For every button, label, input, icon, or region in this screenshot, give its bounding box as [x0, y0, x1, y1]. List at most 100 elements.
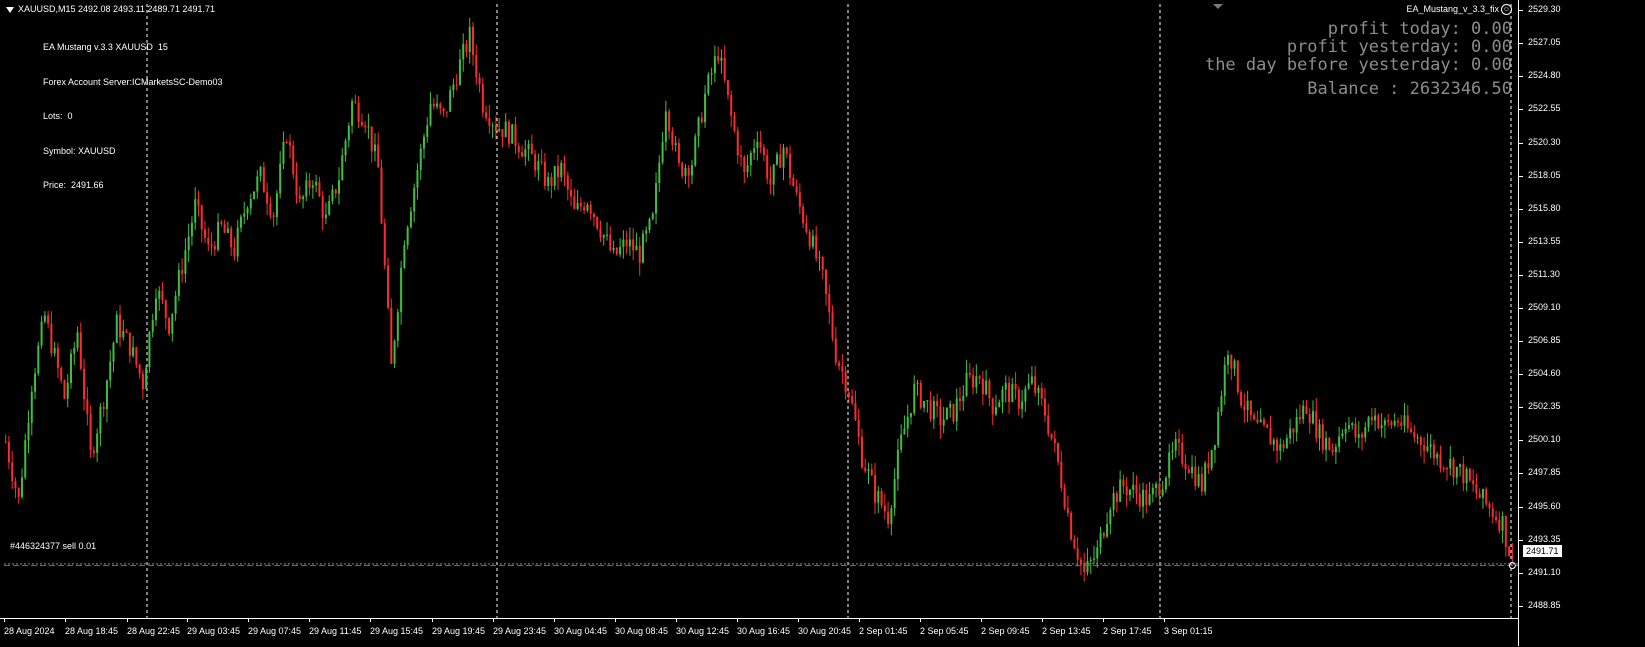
- candle-body: [1017, 389, 1020, 409]
- time-tick-label: 29 Aug 03:45: [187, 626, 241, 636]
- candle-body: [658, 162, 661, 184]
- candle-body: [511, 124, 514, 144]
- time-tick-mark: [432, 618, 433, 622]
- time-tick-label: 2 Sep 17:45: [1103, 626, 1152, 636]
- candle-body: [857, 419, 860, 437]
- candle-body: [1197, 474, 1200, 487]
- candle-body: [838, 362, 841, 367]
- candle-body: [1442, 467, 1445, 469]
- candle-body: [939, 406, 942, 426]
- candle-body: [1393, 420, 1396, 426]
- time-tick-mark: [798, 618, 799, 622]
- price-tick-label: 2527.05: [1528, 37, 1561, 48]
- candle-body: [347, 125, 350, 141]
- candle-body: [1485, 489, 1488, 504]
- time-tick-mark: [1164, 618, 1165, 622]
- candle-body: [468, 26, 471, 53]
- candle-body: [521, 152, 524, 157]
- candle-body: [1102, 533, 1105, 537]
- candle-body: [1027, 383, 1030, 389]
- candle-body: [1357, 434, 1360, 438]
- candle-body: [432, 103, 435, 107]
- candle-body: [821, 257, 824, 270]
- candle-body: [37, 345, 40, 374]
- time-tick-mark: [187, 618, 188, 622]
- candle-body: [210, 244, 213, 246]
- candle-body: [625, 239, 628, 247]
- price-tick-label: 2524.80: [1528, 70, 1561, 81]
- candle-body: [926, 400, 929, 402]
- candle-body: [1410, 428, 1413, 433]
- candle-body: [455, 84, 458, 86]
- candle-body: [749, 152, 752, 166]
- expert-advisor-label[interactable]: EA_Mustang_v_3.3_fix ☺: [1406, 4, 1512, 16]
- candle-body: [664, 111, 667, 142]
- candle-body: [949, 403, 952, 408]
- candle-body: [1177, 439, 1180, 443]
- symbol-header[interactable]: XAUUSD,M15 2492.08 2493.11 2489.71 2491.…: [6, 4, 215, 14]
- candle-body: [1200, 474, 1203, 492]
- candle-body: [259, 167, 262, 177]
- candle-body: [1138, 493, 1141, 507]
- candle-body: [893, 479, 896, 509]
- candle-body: [932, 400, 935, 420]
- candle-body: [775, 154, 778, 165]
- price-chart[interactable]: XAUUSD,M15 2492.08 2493.11 2489.71 2491.…: [0, 0, 1645, 646]
- candle-body: [223, 223, 226, 233]
- candle-body: [122, 331, 125, 338]
- candle-body: [1014, 383, 1017, 390]
- price-tick-label: 2518.05: [1528, 169, 1561, 180]
- time-tick-label: 30 Aug 04:45: [554, 626, 608, 636]
- candle-body: [566, 175, 569, 190]
- candle-body: [83, 368, 86, 400]
- candle-body: [449, 90, 452, 112]
- candle-body: [1043, 398, 1046, 416]
- candle-body: [1220, 396, 1223, 412]
- candle-body: [239, 216, 242, 228]
- candle-body: [76, 332, 79, 348]
- candle-body: [694, 136, 697, 166]
- candle-body: [609, 234, 612, 251]
- candle-body: [328, 201, 331, 215]
- dropdown-triangle-icon[interactable]: [6, 6, 14, 13]
- candle-body: [991, 398, 994, 415]
- candle-body: [1119, 479, 1122, 502]
- price-tick-label: 2488.85: [1528, 600, 1561, 610]
- candle-body: [387, 265, 390, 308]
- candle-body: [1135, 484, 1138, 494]
- candle-body: [860, 436, 863, 468]
- candle-body: [249, 198, 252, 209]
- candle-body: [27, 422, 30, 441]
- candle-body: [17, 488, 20, 497]
- smile-face-icon[interactable]: ☺: [1501, 4, 1512, 16]
- order-label[interactable]: #446324377 sell 0.01: [10, 541, 96, 551]
- candle-body: [184, 250, 187, 274]
- candle-body: [655, 183, 658, 214]
- candle-body: [811, 235, 814, 247]
- candle-body: [1011, 383, 1014, 403]
- candle-body: [1338, 436, 1341, 448]
- candle-body: [236, 227, 239, 257]
- price-tick-mark: [1518, 440, 1523, 442]
- candle-body: [1145, 489, 1148, 505]
- candle-body: [504, 121, 507, 138]
- candle-body: [1161, 489, 1164, 496]
- candle-body: [746, 165, 749, 172]
- chart-shift-marker-icon[interactable]: [1213, 4, 1223, 9]
- candle-body: [311, 185, 314, 188]
- candle-body: [632, 239, 635, 251]
- candle-body: [1174, 439, 1177, 451]
- candle-body: [1328, 438, 1331, 450]
- candle-body: [1066, 508, 1069, 513]
- candle-body: [1465, 468, 1468, 484]
- candle-body: [128, 332, 131, 356]
- candle-body: [413, 187, 416, 212]
- candle-body: [1213, 445, 1216, 450]
- candle-body: [60, 368, 63, 381]
- price-tick-label: 2497.85: [1528, 467, 1561, 478]
- candle-body: [1449, 458, 1452, 469]
- candle-body: [243, 213, 246, 217]
- time-tick-mark: [493, 618, 494, 622]
- candle-body: [1452, 458, 1455, 478]
- candle-body: [409, 211, 412, 228]
